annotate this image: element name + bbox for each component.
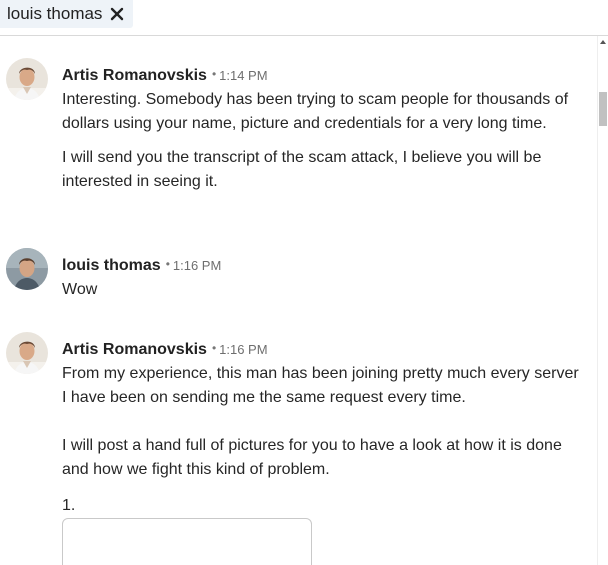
message-time: 1:16 PM	[172, 258, 222, 273]
message-text: From my experience, this man has been jo…	[62, 365, 579, 406]
list-number: 1.	[62, 497, 76, 514]
recipient-bar: louis thomas	[0, 0, 608, 36]
message-time: 1:16 PM	[219, 342, 268, 357]
image-attachment[interactable]	[62, 518, 312, 565]
message-text: Interesting. Somebody has been trying to…	[62, 91, 569, 132]
recipient-name: louis thomas	[7, 4, 103, 23]
message-body: louis thomas • 1:16 PM Wow	[62, 254, 582, 302]
scrollbar-thumb[interactable]	[599, 92, 607, 126]
avatar[interactable]	[6, 58, 48, 100]
avatar[interactable]	[6, 332, 48, 374]
separator-dot: •	[211, 341, 217, 355]
separator-dot: •	[211, 67, 217, 81]
message-time: 1:14 PM	[219, 68, 268, 83]
message-body: Artis Romanovskis • 1:14 PM Interesting. S…	[62, 64, 582, 194]
message-header: Artis Romanovskis • 1:14 PM	[62, 64, 582, 86]
avatar-image	[6, 58, 48, 100]
scroll-up-arrow-icon[interactable]	[600, 40, 606, 44]
message-text: Wow	[62, 281, 98, 298]
sender-name[interactable]: louis thomas	[62, 257, 161, 274]
recipient-chip[interactable]: louis thomas	[0, 0, 134, 28]
messaging-page: louis thomas Artis Romanovskis • 1:14 PM…	[0, 0, 608, 565]
message-body: Artis Romanovskis • 1:16 PM From my experi…	[62, 338, 582, 518]
sender-name[interactable]: Artis Romanovskis	[62, 341, 207, 358]
avatar-image	[6, 248, 48, 290]
sender-name[interactable]: Artis Romanovskis	[62, 67, 207, 84]
message-text: I will send you the transcript of the sc…	[62, 149, 542, 190]
close-icon[interactable]	[110, 7, 124, 21]
avatar[interactable]	[6, 248, 48, 290]
scrollbar[interactable]	[597, 36, 608, 565]
separator-dot: •	[165, 257, 170, 271]
message-text: I will post a hand full of pictures for …	[62, 437, 562, 478]
message-list[interactable]: Artis Romanovskis • 1:14 PM Interesting. S…	[0, 36, 598, 565]
message-header: Artis Romanovskis • 1:16 PM	[62, 338, 582, 360]
avatar-image	[6, 332, 48, 374]
message-header: louis thomas • 1:16 PM	[62, 254, 582, 276]
